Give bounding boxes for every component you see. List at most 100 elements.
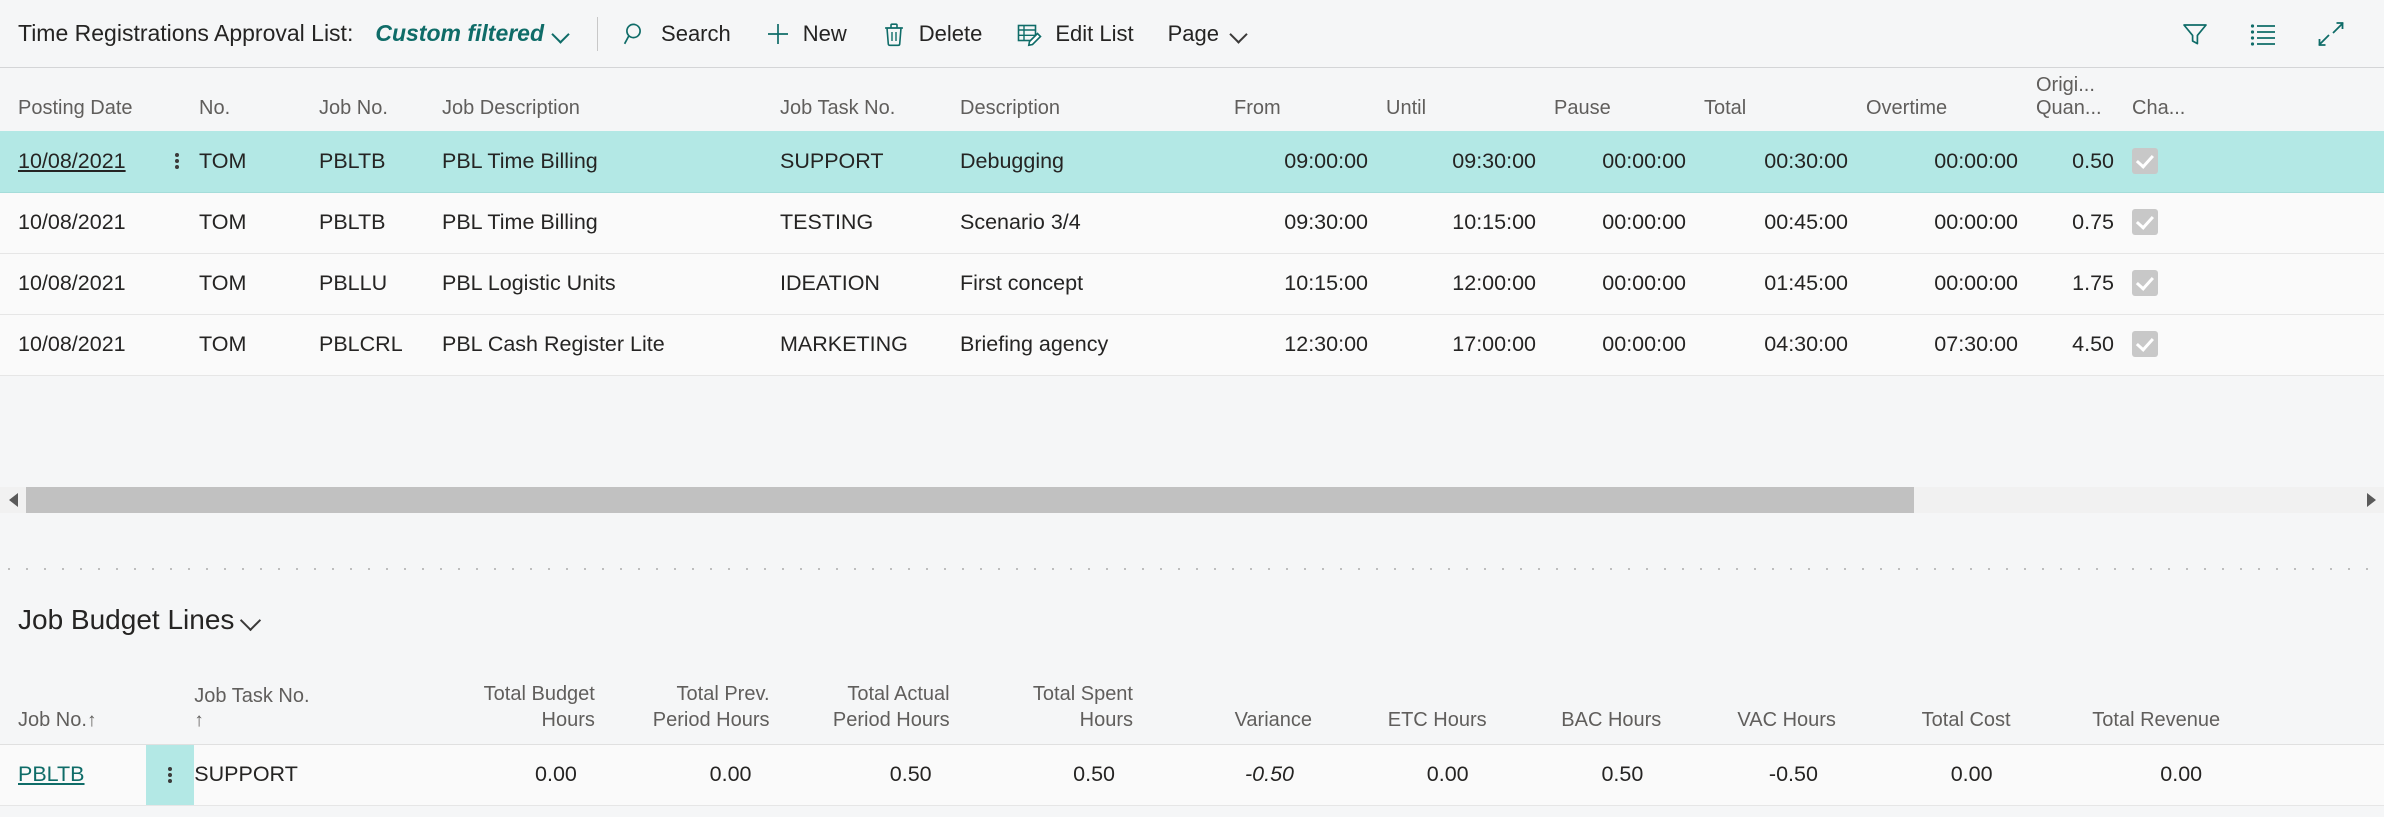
- three-dots-icon[interactable]: [146, 745, 194, 805]
- cell-from[interactable]: 09:30:00: [1234, 192, 1386, 254]
- cell-overtime[interactable]: 00:00:00: [1866, 131, 2036, 193]
- page-menu-button[interactable]: Page: [1151, 14, 1264, 54]
- table-row[interactable]: PBLTB SUPPORT 0.00 0.00 0.50 0.50 -0.50 …: [0, 744, 2384, 806]
- table-row[interactable]: 10/08/2021 TOM PBLCRL PBL Cash Register …: [0, 314, 2384, 376]
- cell-job-task-no[interactable]: MARKETING: [780, 314, 960, 376]
- cell-total-budget-hours[interactable]: 0.00: [403, 744, 595, 806]
- col-header-total-cost[interactable]: Total Cost: [1835, 656, 2011, 745]
- cell-description[interactable]: Briefing agency: [960, 314, 1234, 376]
- collapse-arrows-icon[interactable]: [2308, 11, 2354, 57]
- col-header-job-task-no[interactable]: Job Task No. ↑: [194, 656, 404, 745]
- col-header-vac-hours[interactable]: VAC Hours: [1661, 656, 1836, 745]
- cell-job-no[interactable]: PBLCRL: [319, 314, 442, 376]
- cell-original-quantity[interactable]: 0.50: [2036, 131, 2132, 193]
- cell-job-task-no[interactable]: SUPPORT: [194, 744, 404, 806]
- col-header-description[interactable]: Description: [960, 69, 1234, 131]
- col-header-job-no[interactable]: Job No.↑: [0, 656, 147, 745]
- col-header-total-spent-hours[interactable]: Total Spent Hours: [949, 656, 1133, 745]
- col-header-bac-hours[interactable]: BAC Hours: [1486, 656, 1662, 745]
- row-menu-button[interactable]: [155, 131, 199, 193]
- cell-chargeable[interactable]: [2132, 253, 2384, 315]
- horizontal-scrollbar[interactable]: [0, 487, 2384, 513]
- cell-vac-hours[interactable]: -0.50: [1661, 744, 1836, 806]
- row-menu-button[interactable]: [155, 314, 199, 376]
- cell-total[interactable]: 00:45:00: [1704, 192, 1866, 254]
- cell-job-no[interactable]: PBLLU: [319, 253, 442, 315]
- col-header-total-actual-period-hours[interactable]: Total Actual Period Hours: [769, 656, 950, 745]
- col-header-no[interactable]: No.: [199, 69, 319, 131]
- cell-until[interactable]: 17:00:00: [1386, 314, 1554, 376]
- cell-original-quantity[interactable]: 0.75: [2036, 192, 2132, 254]
- search-button[interactable]: Search: [606, 14, 748, 54]
- cell-total-revenue[interactable]: 0.00: [2010, 744, 2221, 806]
- cell-original-quantity[interactable]: 4.50: [2036, 314, 2132, 376]
- edit-list-button[interactable]: Edit List: [999, 14, 1150, 54]
- col-header-job-description[interactable]: Job Description: [442, 69, 780, 131]
- row-menu-button[interactable]: [155, 192, 199, 254]
- col-header-pause[interactable]: Pause: [1554, 69, 1704, 131]
- cell-job-task-no[interactable]: TESTING: [780, 192, 960, 254]
- job-budget-lines-header[interactable]: Job Budget Lines: [18, 604, 261, 636]
- cell-pause[interactable]: 00:00:00: [1554, 192, 1704, 254]
- cell-chargeable[interactable]: [2132, 314, 2384, 376]
- cell-variance[interactable]: -0.50: [1133, 744, 1313, 806]
- scrollbar-thumb[interactable]: [26, 487, 1914, 513]
- col-header-total[interactable]: Total: [1704, 69, 1866, 131]
- cell-from[interactable]: 12:30:00: [1234, 314, 1386, 376]
- triangle-right-icon[interactable]: [2358, 487, 2384, 513]
- cell-description[interactable]: Debugging: [960, 131, 1234, 193]
- checkbox-checked-icon[interactable]: [2132, 270, 2158, 296]
- cell-no[interactable]: TOM: [199, 314, 319, 376]
- table-row[interactable]: 10/08/2021 TOM PBLLU PBL Logistic Units …: [0, 253, 2384, 315]
- cell-overtime[interactable]: 00:00:00: [1866, 192, 2036, 254]
- cell-pause[interactable]: 00:00:00: [1554, 253, 1704, 315]
- cell-pause[interactable]: 00:00:00: [1554, 314, 1704, 376]
- cell-posting-date[interactable]: 10/08/2021: [0, 131, 155, 193]
- col-header-until[interactable]: Until: [1386, 69, 1554, 131]
- three-dots-icon[interactable]: [155, 131, 199, 192]
- cell-job-description[interactable]: PBL Time Billing: [442, 131, 780, 193]
- new-button[interactable]: New: [748, 14, 864, 54]
- cell-original-quantity[interactable]: 1.75: [2036, 253, 2132, 315]
- cell-job-description[interactable]: PBL Cash Register Lite: [442, 314, 780, 376]
- col-header-total-budget-hours[interactable]: Total Budget Hours: [403, 656, 595, 745]
- cell-job-description[interactable]: PBL Logistic Units: [442, 253, 780, 315]
- cell-chargeable[interactable]: [2132, 131, 2384, 193]
- cell-total-cost[interactable]: 0.00: [1835, 744, 2011, 806]
- col-header-etc-hours[interactable]: ETC Hours: [1312, 656, 1487, 745]
- col-header-posting-date[interactable]: Posting Date: [0, 69, 155, 131]
- col-header-overtime[interactable]: Overtime: [1866, 69, 2036, 131]
- col-header-variance[interactable]: Variance: [1133, 656, 1313, 745]
- triangle-left-icon[interactable]: [0, 487, 26, 513]
- checkbox-checked-icon[interactable]: [2132, 209, 2158, 235]
- cell-until[interactable]: 12:00:00: [1386, 253, 1554, 315]
- cell-job-task-no[interactable]: IDEATION: [780, 253, 960, 315]
- table-row[interactable]: 10/08/2021 TOM PBLTB PBL Time Billing SU…: [0, 131, 2384, 193]
- cell-chargeable[interactable]: [2132, 192, 2384, 254]
- checkbox-checked-icon[interactable]: [2132, 331, 2158, 357]
- cell-posting-date[interactable]: 10/08/2021: [0, 192, 155, 254]
- cell-bac-hours[interactable]: 0.50: [1486, 744, 1662, 806]
- cell-no[interactable]: TOM: [199, 253, 319, 315]
- cell-total[interactable]: 04:30:00: [1704, 314, 1866, 376]
- cell-until[interactable]: 09:30:00: [1386, 131, 1554, 193]
- cell-total-prev-period-hours[interactable]: 0.00: [594, 744, 770, 806]
- cell-etc-hours[interactable]: 0.00: [1312, 744, 1487, 806]
- cell-overtime[interactable]: 00:00:00: [1866, 253, 2036, 315]
- checkbox-checked-icon[interactable]: [2132, 147, 2158, 174]
- cell-job-no[interactable]: PBLTB: [319, 192, 442, 254]
- cell-no[interactable]: TOM: [199, 131, 319, 193]
- cell-total-spent-hours[interactable]: 0.50: [949, 744, 1133, 806]
- col-header-from[interactable]: From: [1234, 69, 1386, 131]
- cell-from[interactable]: 10:15:00: [1234, 253, 1386, 315]
- col-header-total-revenue[interactable]: Total Revenue: [2010, 656, 2221, 745]
- cell-job-task-no[interactable]: SUPPORT: [780, 131, 960, 193]
- cell-job-no[interactable]: PBLTB: [0, 744, 147, 806]
- cell-no[interactable]: TOM: [199, 192, 319, 254]
- cell-job-description[interactable]: PBL Time Billing: [442, 192, 780, 254]
- cell-posting-date[interactable]: 10/08/2021: [0, 253, 155, 315]
- list-view-icon[interactable]: [2240, 11, 2286, 57]
- row-menu-button[interactable]: [146, 744, 195, 806]
- cell-total[interactable]: 01:45:00: [1704, 253, 1866, 315]
- cell-from[interactable]: 09:00:00: [1234, 131, 1386, 193]
